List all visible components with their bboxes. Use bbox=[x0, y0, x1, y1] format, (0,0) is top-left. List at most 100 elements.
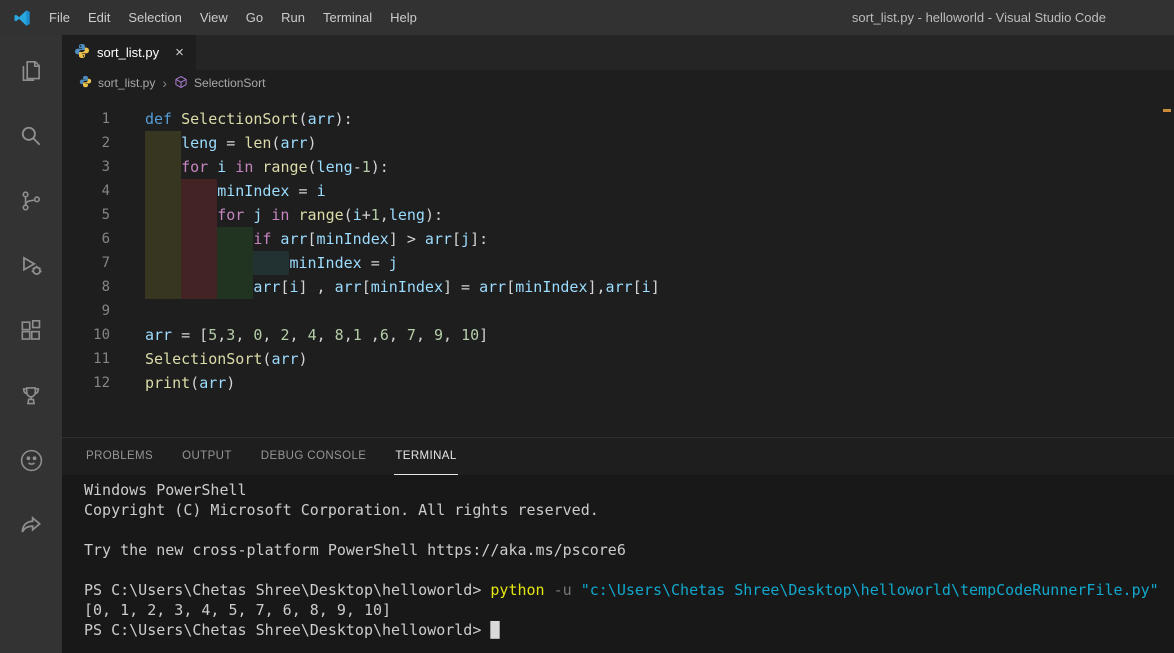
paw-icon bbox=[20, 449, 42, 472]
trophy-icon bbox=[22, 386, 40, 404]
line-number: 9 bbox=[101, 303, 110, 319]
indent-highlight bbox=[181, 203, 218, 227]
code-line: 8 arr[i] , arr[minIndex] = arr[minIndex],… bbox=[62, 275, 1174, 299]
indent-highlight bbox=[217, 227, 254, 251]
code-line: 11 SelectionSort(arr) bbox=[62, 347, 1174, 371]
indent-highlight bbox=[145, 203, 182, 227]
line-number: 12 bbox=[93, 375, 110, 391]
line-number: 4 bbox=[101, 183, 110, 199]
code-text[interactable]: minIndex = j bbox=[145, 251, 398, 275]
terminal-line: Windows PowerShell bbox=[84, 481, 247, 499]
search-icon bbox=[21, 126, 41, 145]
activity-bar bbox=[0, 35, 62, 653]
title-bar: File Edit Selection View Go Run Terminal Help s… bbox=[0, 0, 1174, 35]
editor-column: sort_list.py × sort_list.py › SelectionS… bbox=[62, 35, 1174, 653]
indent-highlight bbox=[181, 227, 218, 251]
line-number: 1 bbox=[101, 111, 110, 127]
terminal-line: PS C:\Users\Chetas Shree\Desktop\hellowo… bbox=[84, 621, 500, 639]
line-number: 8 bbox=[101, 279, 110, 295]
explorer-icon bbox=[22, 60, 40, 81]
code-editor[interactable]: 1 def SelectionSort(arr): 2 leng = len(arr)… bbox=[62, 96, 1174, 437]
indent-highlight bbox=[181, 179, 218, 203]
code-line: 3 for i in range(leng-1): bbox=[62, 155, 1174, 179]
activity-source-control[interactable] bbox=[0, 168, 62, 233]
indent-highlight bbox=[253, 251, 290, 275]
menu-view[interactable]: View bbox=[191, 0, 237, 35]
indent-highlight bbox=[145, 179, 182, 203]
code-line: 2 leng = len(arr) bbox=[62, 131, 1174, 155]
tab-label: sort_list.py bbox=[97, 45, 160, 60]
code-line: 7 minIndex = j bbox=[62, 251, 1174, 275]
panel-tab-debug-console[interactable]: DEBUG CONSOLE bbox=[260, 438, 368, 475]
activity-test-explorer[interactable] bbox=[0, 363, 62, 428]
overview-ruler-mark bbox=[1163, 109, 1171, 112]
tab-sort-list-py[interactable]: sort_list.py × bbox=[62, 35, 196, 70]
code-line: 4 minIndex = i bbox=[62, 179, 1174, 203]
menu-run[interactable]: Run bbox=[272, 0, 314, 35]
activity-pets[interactable] bbox=[0, 428, 62, 493]
workbench: sort_list.py × sort_list.py › SelectionS… bbox=[0, 35, 1174, 653]
indent-highlight bbox=[181, 251, 218, 275]
line-number: 5 bbox=[101, 207, 110, 223]
activity-live-share[interactable] bbox=[0, 493, 62, 558]
code-text[interactable]: arr[i] , arr[minIndex] = arr[minIndex],a… bbox=[145, 275, 660, 299]
indent-highlight bbox=[145, 227, 182, 251]
line-number: 2 bbox=[101, 135, 110, 151]
indent-highlight bbox=[217, 275, 254, 299]
terminal[interactable]: Windows PowerShell Copyright (C) Microsof… bbox=[62, 475, 1174, 653]
menu-terminal[interactable]: Terminal bbox=[314, 0, 381, 35]
breadcrumb: sort_list.py › SelectionSort bbox=[62, 70, 1174, 96]
breadcrumb-file[interactable]: sort_list.py bbox=[98, 76, 155, 90]
indent-highlight bbox=[181, 275, 218, 299]
panel-tab-problems[interactable]: PROBLEMS bbox=[85, 438, 154, 475]
code-text[interactable]: minIndex = i bbox=[145, 179, 326, 203]
menu-selection[interactable]: Selection bbox=[119, 0, 190, 35]
source-control-icon bbox=[22, 190, 41, 211]
python-file-icon bbox=[74, 43, 90, 62]
indent-highlight bbox=[145, 155, 182, 179]
line-number: 6 bbox=[101, 231, 110, 247]
code-text[interactable]: if arr[minIndex] > arr[j]: bbox=[145, 227, 488, 251]
code-text[interactable]: leng = len(arr) bbox=[145, 131, 317, 155]
run-debug-icon bbox=[23, 255, 42, 275]
line-number: 10 bbox=[93, 327, 110, 343]
activity-search[interactable] bbox=[0, 103, 62, 168]
menu-file[interactable]: File bbox=[40, 0, 79, 35]
breadcrumb-symbol[interactable]: SelectionSort bbox=[194, 76, 265, 90]
panel-tab-output[interactable]: OUTPUT bbox=[181, 438, 233, 475]
code-text[interactable]: for j in range(i+1,leng): bbox=[145, 203, 443, 227]
code-text[interactable]: for i in range(leng-1): bbox=[145, 155, 389, 179]
code-line: 9 bbox=[62, 299, 1174, 323]
panel-tab-terminal[interactable]: TERMINAL bbox=[394, 438, 458, 475]
menu-edit[interactable]: Edit bbox=[79, 0, 119, 35]
terminal-lines: Windows PowerShell Copyright (C) Microsof… bbox=[84, 480, 1174, 640]
tab-bar: sort_list.py × bbox=[62, 35, 1174, 70]
tab-close-icon[interactable]: × bbox=[175, 45, 184, 60]
terminal-line: Copyright (C) Microsoft Corporation. All… bbox=[84, 501, 599, 519]
extensions-icon bbox=[21, 319, 41, 340]
code-line: 6 if arr[minIndex] > arr[j]: bbox=[62, 227, 1174, 251]
code-text[interactable]: arr = [5,3, 0, 2, 4, 8,1 ,6, 7, 9, 10] bbox=[145, 323, 488, 347]
code-text[interactable]: print(arr) bbox=[145, 371, 235, 395]
code-line: 5 for j in range(i+1,leng): bbox=[62, 203, 1174, 227]
activity-run-debug[interactable] bbox=[0, 233, 62, 298]
line-number: 11 bbox=[93, 351, 110, 367]
share-icon bbox=[21, 515, 42, 532]
chevron-right-icon: › bbox=[162, 75, 168, 91]
indent-highlight bbox=[217, 251, 254, 275]
symbol-method-icon bbox=[174, 75, 188, 92]
activity-explorer[interactable] bbox=[0, 38, 62, 103]
indent-highlight bbox=[145, 251, 182, 275]
terminal-line: Try the new cross-platform PowerShell ht… bbox=[84, 541, 626, 559]
activity-extensions[interactable] bbox=[0, 298, 62, 363]
menu-go[interactable]: Go bbox=[237, 0, 272, 35]
menu-help[interactable]: Help bbox=[381, 0, 426, 35]
code-text[interactable]: SelectionSort(arr) bbox=[145, 347, 308, 371]
code-lines: 1 def SelectionSort(arr): 2 leng = len(arr)… bbox=[62, 107, 1174, 395]
code-text[interactable]: def SelectionSort(arr): bbox=[145, 107, 353, 131]
terminal-line: [0, 1, 2, 3, 4, 5, 7, 6, 8, 9, 10] bbox=[84, 601, 392, 619]
menu-bar: File Edit Selection View Go Run Terminal Help bbox=[40, 0, 426, 35]
code-line: 10 arr = [5,3, 0, 2, 4, 8,1 ,6, 7, 9, 10] bbox=[62, 323, 1174, 347]
